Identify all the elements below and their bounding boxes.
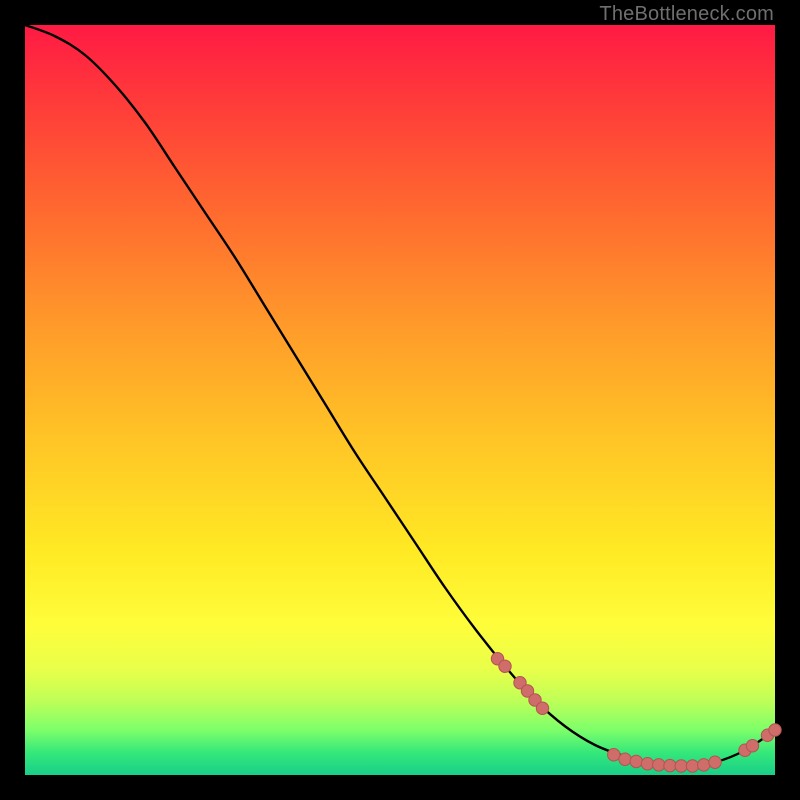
curve-marker	[746, 740, 758, 752]
bottleneck-curve	[25, 25, 775, 766]
curve-marker	[499, 660, 511, 672]
curve-marker	[769, 724, 781, 736]
curve-marker	[630, 755, 642, 767]
curve-marker	[698, 759, 710, 771]
attribution-label: TheBottleneck.com	[599, 3, 774, 26]
curve-marker	[709, 756, 721, 768]
curve-marker	[619, 753, 631, 765]
curve-marker	[608, 749, 620, 761]
chart-stage: TheBottleneck.com	[0, 0, 800, 800]
curve-marker	[536, 702, 548, 714]
plot-area	[25, 25, 775, 775]
curve-marker	[675, 760, 687, 772]
curve-marker	[641, 758, 653, 770]
curve-marker	[653, 759, 665, 771]
curve-marker	[686, 760, 698, 772]
chart-overlay	[25, 25, 775, 775]
curve-marker	[664, 759, 676, 771]
